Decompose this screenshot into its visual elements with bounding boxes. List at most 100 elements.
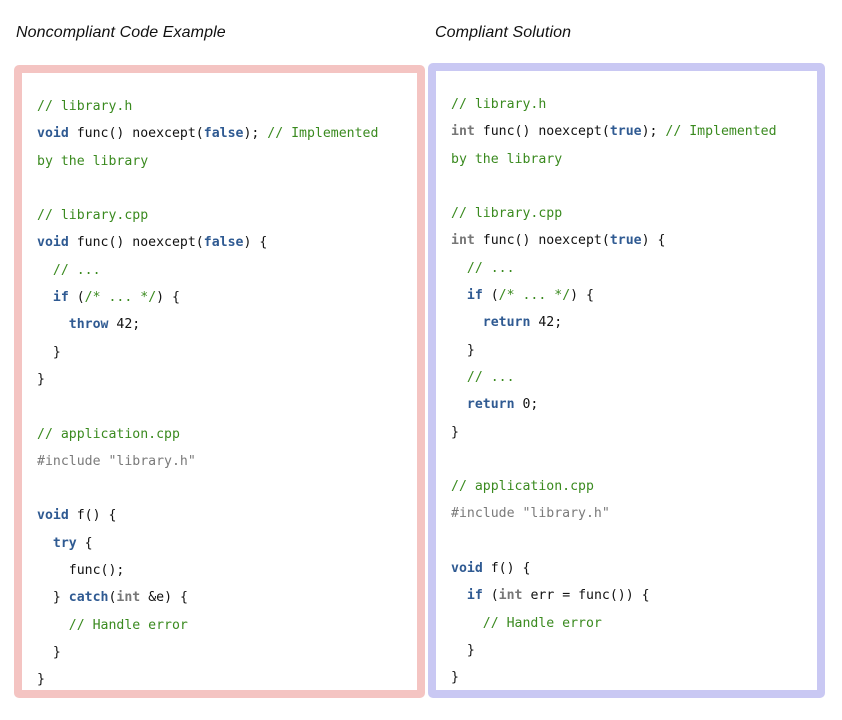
code-token-plain: } <box>37 590 69 606</box>
code-line: // application.cpp <box>451 473 777 500</box>
code-token-plain: } <box>37 344 61 360</box>
code-line: } <box>37 639 378 666</box>
code-token-plain: f() { <box>482 561 531 577</box>
code-line: } <box>451 419 777 446</box>
code-line: // library.cpp <box>451 200 777 227</box>
code-token-plain: ( <box>68 290 85 306</box>
code-token-keyword: void <box>451 561 483 577</box>
code-token-keyword: void <box>37 235 69 251</box>
code-line: if (/* ... */) { <box>37 284 378 311</box>
code-token-keyword: throw <box>68 317 109 333</box>
code-token-keyword: true <box>609 233 642 249</box>
code-line: by the library <box>37 148 378 175</box>
code-token-comment: /* ... */ <box>84 290 157 306</box>
code-token-comment: // ... <box>52 262 101 278</box>
code-line: } <box>37 339 378 366</box>
compliant-heading: Compliant Solution <box>435 24 572 41</box>
noncompliant-code-panel: // library.h void func() noexcept(false);… <box>14 65 425 698</box>
code-token-comment: // Implemented <box>267 126 379 142</box>
code-token-keyword: void <box>37 126 69 142</box>
code-token-plain: ); <box>243 126 268 142</box>
code-token-comment: // library.cpp <box>451 206 563 222</box>
code-token-keyword: return <box>466 397 515 413</box>
code-token-plain: 0; <box>514 397 539 413</box>
code-line: } <box>451 337 777 364</box>
code-token-comment: by the library <box>37 153 149 169</box>
code-line: // library.cpp <box>37 202 378 229</box>
code-token-type: int <box>451 233 475 249</box>
code-token-comment: // application.cpp <box>37 426 180 442</box>
code-token-keyword: return <box>482 315 531 331</box>
code-token-keyword: catch <box>68 590 109 606</box>
code-line: #include "library.h" <box>37 448 378 475</box>
code-line: return 0; <box>451 391 777 418</box>
code-line: void func() noexcept(false) { <box>37 229 378 256</box>
noncompliant-heading: Noncompliant Code Example <box>16 24 226 41</box>
compliant-code-panel: // library.h int func() noexcept(true); /… <box>428 63 825 698</box>
code-token-plain: ) { <box>243 235 268 251</box>
code-line: } <box>37 366 378 393</box>
code-token-keyword: try <box>52 535 77 551</box>
code-token-plain: func() noexcept( <box>68 235 204 251</box>
code-token-plain: ( <box>482 288 499 304</box>
code-token-plain: ( <box>482 588 499 604</box>
code-line: // application.cpp <box>37 421 378 448</box>
code-token-keyword: if <box>52 290 69 306</box>
code-token-plain: 42; <box>108 317 141 333</box>
code-token-plain: ) { <box>641 233 666 249</box>
code-token-keyword: false <box>203 235 244 251</box>
code-token-comment: // Implemented <box>665 124 777 140</box>
code-token-plain: func() noexcept( <box>68 126 204 142</box>
code-token-comment: by the library <box>451 151 563 167</box>
code-line: void f() { <box>451 555 777 582</box>
code-line: int func() noexcept(true); // Implemente… <box>451 118 777 145</box>
code-line: // library.h <box>37 93 378 120</box>
code-line: // ... <box>37 257 378 284</box>
code-token-keyword: true <box>609 124 642 140</box>
code-token-comment: // Handle error <box>482 615 602 631</box>
code-line: if (int err = func()) { <box>451 582 777 609</box>
code-token-pre: #include "library.h" <box>451 506 610 522</box>
code-line: } catch(int &e) { <box>37 584 378 611</box>
code-token-plain: } <box>37 371 45 387</box>
code-token-comment: // library.h <box>37 99 133 114</box>
code-token-plain: &e) { <box>140 590 188 606</box>
code-token-comment: // application.cpp <box>451 479 594 495</box>
code-token-pre: #include "library.h" <box>37 453 196 469</box>
code-token-comment: // library.h <box>451 97 547 112</box>
code-token-comment: // ... <box>466 260 515 276</box>
code-line: } <box>451 637 777 664</box>
code-line: int func() noexcept(true) { <box>451 227 777 254</box>
code-line: void f() { <box>37 502 378 529</box>
code-line: // Handle error <box>451 610 777 637</box>
code-line: #include "library.h" <box>451 500 777 527</box>
code-token-plain: { <box>76 535 93 551</box>
code-line: } <box>37 666 378 693</box>
noncompliant-code-block: // library.h void func() noexcept(false);… <box>37 93 378 694</box>
compliant-code-block: // library.h int func() noexcept(true); /… <box>451 91 777 692</box>
code-token-keyword: if <box>466 288 483 304</box>
code-token-plain: func(); <box>37 563 125 579</box>
code-token-plain: 42; <box>530 315 563 331</box>
code-line: // Handle error <box>37 612 378 639</box>
code-token-type: int <box>116 590 141 606</box>
code-token-plain: } <box>451 424 459 440</box>
code-token-comment: // Handle error <box>68 617 188 633</box>
code-token-plain: ); <box>641 124 666 140</box>
